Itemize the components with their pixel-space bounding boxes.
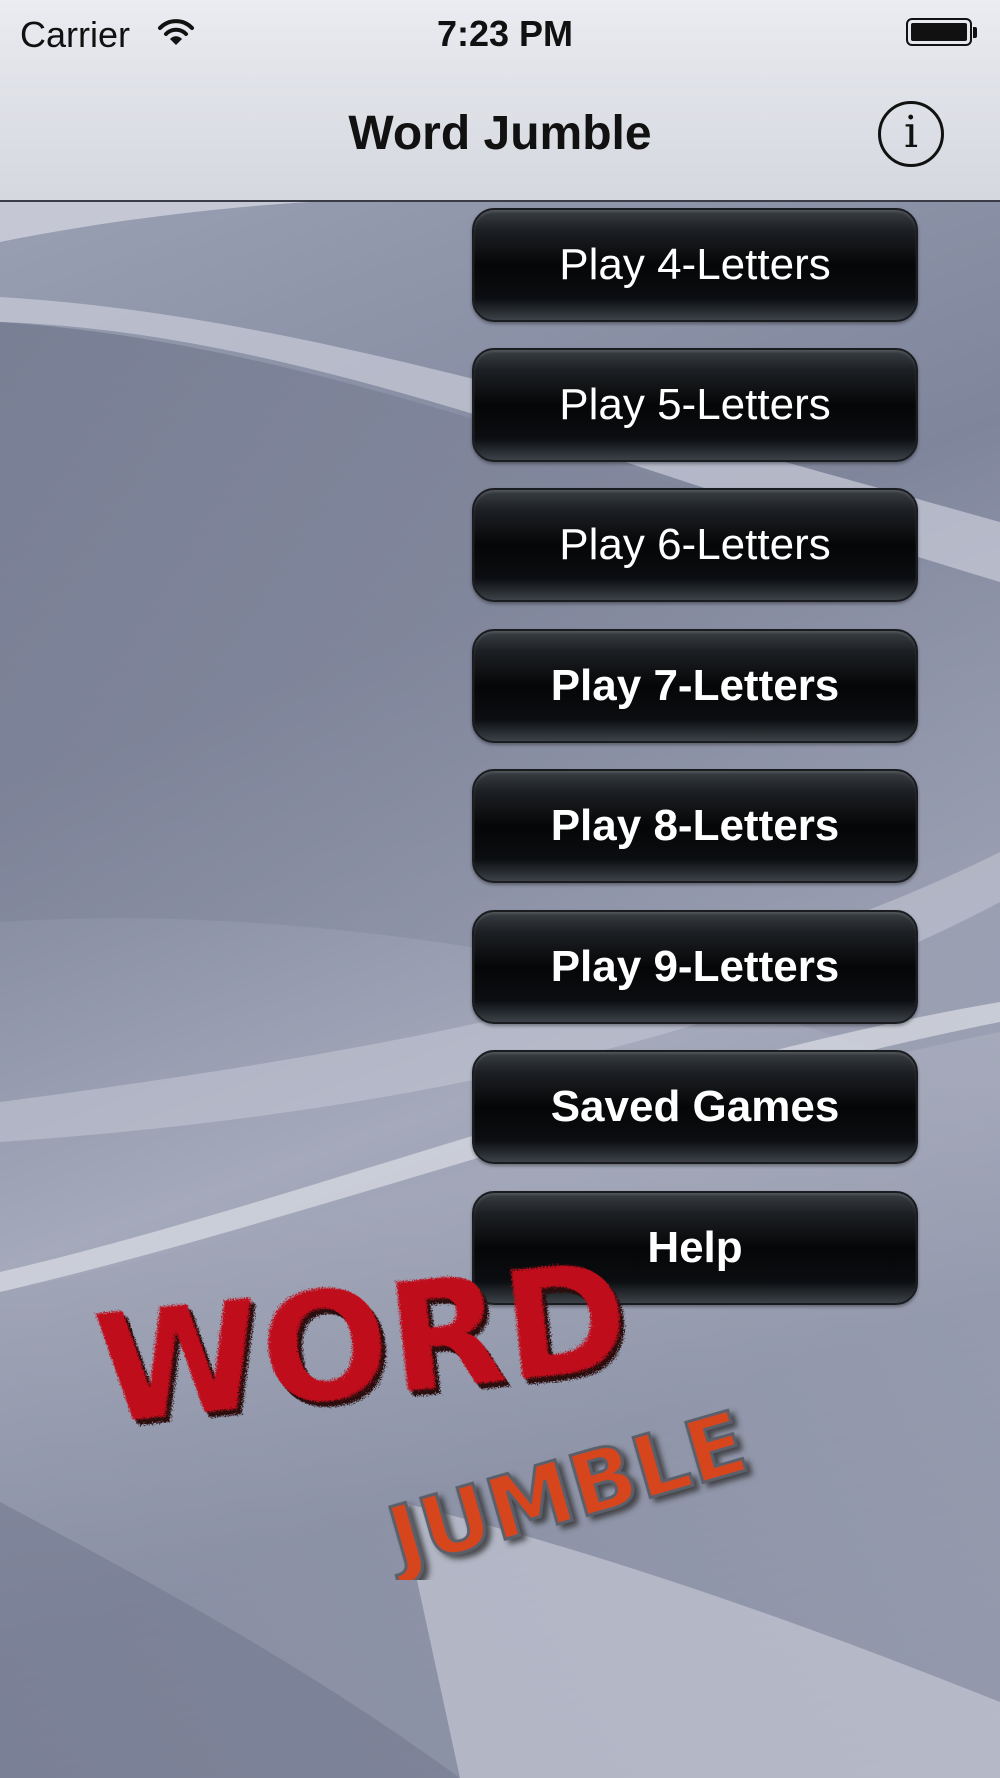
play-4-letters-button[interactable]: Play 4-Letters: [472, 208, 918, 322]
info-icon[interactable]: i: [878, 101, 944, 167]
play-5-letters-button[interactable]: Play 5-Letters: [472, 348, 918, 462]
battery-icon: [906, 18, 977, 48]
saved-games-button[interactable]: Saved Games: [472, 1050, 918, 1164]
status-time: 7:23 PM: [436, 13, 574, 54]
play-6-letters-button[interactable]: Play 6-Letters: [472, 488, 918, 602]
play-8-letters-button[interactable]: Play 8-Letters: [472, 769, 918, 883]
play-9-letters-button[interactable]: Play 9-Letters: [472, 910, 918, 1024]
navigation-bar: Word Jumble i: [0, 68, 1000, 202]
page-title: Word Jumble: [348, 107, 652, 160]
logo-word-text: WORD: [88, 1240, 636, 1459]
status-bar: Carrier 7:23 PM: [0, 0, 1000, 68]
play-7-letters-button[interactable]: Play 7-Letters: [472, 629, 918, 743]
word-jumble-logo: WORD WORD JUMBLE: [80, 1230, 760, 1592]
